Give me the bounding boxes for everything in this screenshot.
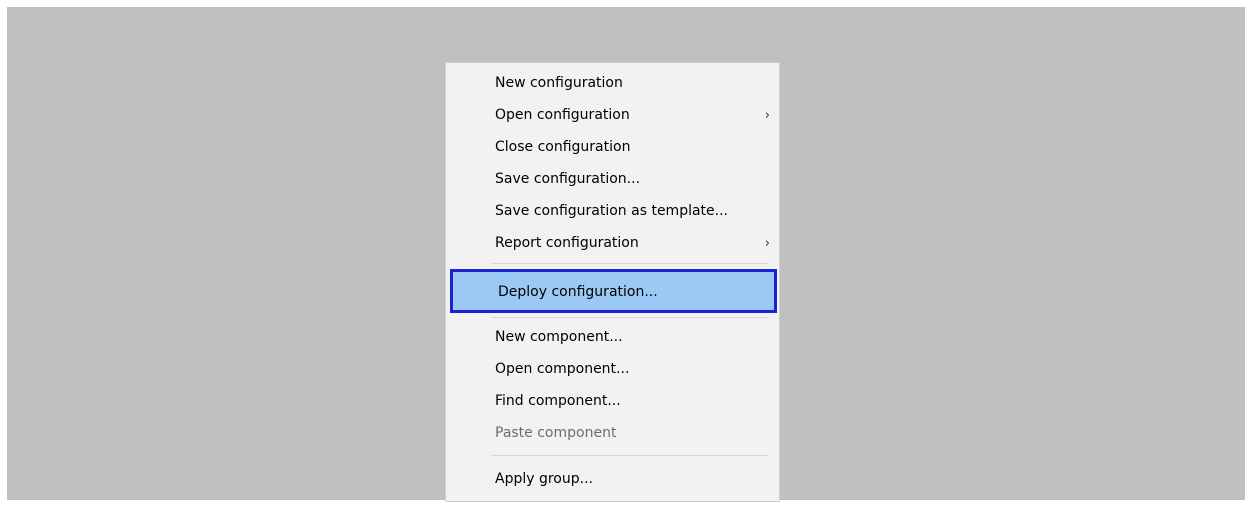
menu-item-label: New configuration xyxy=(495,75,623,91)
menu-item-label: Save configuration as template... xyxy=(495,203,729,219)
menu-item-report-configuration[interactable]: Report configuration › xyxy=(446,229,779,259)
menu-item-label: Open component... xyxy=(495,361,630,377)
menu-item-label: Paste component xyxy=(495,425,617,441)
menu-separator xyxy=(491,263,769,264)
menu-item-label: Close configuration xyxy=(495,139,631,155)
menu-item-open-component[interactable]: Open component... xyxy=(446,355,779,385)
context-menu: New configuration Open configuration › C… xyxy=(445,62,780,502)
menu-item-new-component[interactable]: New component... xyxy=(446,323,779,353)
menu-item-close-configuration[interactable]: Close configuration xyxy=(446,133,779,163)
menu-separator xyxy=(491,455,769,456)
desktop-background: New configuration Open configuration › C… xyxy=(7,7,1245,502)
menu-item-label: Apply group... xyxy=(495,471,593,487)
menu-separator xyxy=(491,317,769,318)
menu-item-paste-component: Paste component xyxy=(446,419,779,449)
chevron-right-icon: › xyxy=(764,108,770,123)
menu-item-open-configuration[interactable]: Open configuration › xyxy=(446,101,779,131)
menu-item-save-configuration[interactable]: Save configuration... xyxy=(446,165,779,195)
menu-item-label: Find component... xyxy=(495,393,621,409)
menu-item-save-configuration-as-template[interactable]: Save configuration as template... xyxy=(446,197,779,227)
menu-item-label: Report configuration xyxy=(495,235,639,251)
menu-item-label: New component... xyxy=(495,329,623,345)
menu-item-label: Save configuration... xyxy=(495,171,641,187)
menu-item-deploy-configuration[interactable]: Deploy configuration... xyxy=(450,269,777,313)
menu-item-new-configuration[interactable]: New configuration xyxy=(446,69,779,99)
menu-item-find-component[interactable]: Find component... xyxy=(446,387,779,417)
menu-item-apply-group[interactable]: Apply group... xyxy=(446,465,779,495)
menu-item-label: Deploy configuration... xyxy=(498,284,658,300)
chevron-right-icon: › xyxy=(764,236,770,251)
menu-item-label: Open configuration xyxy=(495,107,630,123)
